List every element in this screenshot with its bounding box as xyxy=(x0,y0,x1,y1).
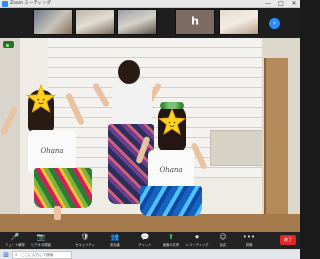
toolbar-label: レコーディング xyxy=(185,243,209,247)
window-title: Zoom ミーティング xyxy=(10,1,52,6)
participant-thumbnail[interactable] xyxy=(33,9,73,35)
toolbar-label: ビデオの開始 xyxy=(31,243,51,247)
door xyxy=(264,58,288,218)
pa-u-skirt xyxy=(140,186,202,216)
close-button[interactable]: ✕ xyxy=(288,0,300,8)
leg xyxy=(54,206,61,220)
toolbar-label: 詳細 xyxy=(245,243,253,247)
share-screen-button[interactable]: ⬆ 画面の共有 xyxy=(158,232,184,249)
window-titlebar: Zoom ミーティング — □ ✕ xyxy=(0,0,300,8)
star-face-sticker xyxy=(26,84,56,113)
participant-thumbnail[interactable] xyxy=(75,9,115,35)
next-page-button[interactable]: › xyxy=(269,18,280,29)
taskbar-apps xyxy=(78,251,234,259)
participant-thumbnail[interactable] xyxy=(117,9,157,35)
end-meeting-button[interactable]: 終了 xyxy=(280,235,296,245)
minimize-button[interactable]: — xyxy=(262,0,274,8)
active-speaker-video: Ohana Ohana xyxy=(0,38,300,232)
toolbar-label: ミュート解除 xyxy=(5,243,25,247)
os-taskbar: ⊞ ⌕ ここに入力して検索 xyxy=(0,249,300,259)
toolbar-label: 参加者 xyxy=(110,243,120,247)
toolbar-label: セキュリティ xyxy=(75,243,95,247)
toolbar-label: 反応 xyxy=(219,243,227,247)
participant-strip: h › xyxy=(0,8,300,38)
status-dot xyxy=(6,43,9,47)
participants-icon: 👥 xyxy=(110,233,120,241)
reactions-button[interactable]: ☺ 反応 xyxy=(210,232,236,249)
pa-u-skirt xyxy=(34,168,92,208)
participant-initial: h xyxy=(191,14,199,28)
search-icon: ⌕ xyxy=(15,253,18,258)
windows-start-icon[interactable]: ⊞ xyxy=(2,251,10,259)
participant-thumbnail[interactable] xyxy=(219,9,259,35)
shirt-print: Ohana xyxy=(159,166,183,174)
record-icon: ⏺ xyxy=(195,233,199,241)
shirt xyxy=(112,84,152,126)
toolbar-label: チャット xyxy=(138,243,152,247)
participant-thumbnail[interactable]: h xyxy=(175,9,215,35)
maximize-button[interactable]: □ xyxy=(275,0,287,8)
more-icon: ••• xyxy=(242,233,256,241)
shirt: Ohana xyxy=(148,150,194,190)
shirt-print: Ohana xyxy=(40,146,64,155)
mic-icon: 🎤 xyxy=(10,233,20,241)
search-placeholder: ここに入力して検索 xyxy=(21,253,54,257)
mute-button[interactable]: 🎤 ミュート解除 xyxy=(2,232,28,249)
head xyxy=(118,60,140,84)
shirt: Ohana xyxy=(28,130,76,172)
security-icon: 🛡 xyxy=(80,233,90,241)
chat-button[interactable]: 💬 チャット xyxy=(132,232,158,249)
chat-icon: 💬 xyxy=(140,233,150,241)
start-video-button[interactable]: 📷 ビデオの開始 xyxy=(28,232,54,249)
taskbar-search-input[interactable]: ⌕ ここに入力して検索 xyxy=(12,251,72,259)
participants-button[interactable]: 👥 参加者 xyxy=(102,232,128,249)
share-screen-icon: ⬆ xyxy=(168,233,174,241)
security-button[interactable]: 🛡 セキュリティ xyxy=(72,232,98,249)
record-button[interactable]: ⏺ レコーディング xyxy=(184,232,210,249)
reactions-icon: ☺ xyxy=(219,233,227,241)
video-icon: 📷 xyxy=(36,233,46,241)
zoom-app-icon xyxy=(2,1,8,7)
more-button[interactable]: ••• 詳細 xyxy=(236,232,262,249)
sideboard xyxy=(210,130,270,166)
meeting-info-badge[interactable] xyxy=(3,41,14,48)
star-face-sticker xyxy=(158,108,186,136)
floor xyxy=(0,214,300,232)
meeting-toolbar: 🎤 ミュート解除 📷 ビデオの開始 🛡 セキュリティ 👥 参加者 💬 チャット … xyxy=(0,232,300,249)
toolbar-label: 画面の共有 xyxy=(162,243,180,247)
